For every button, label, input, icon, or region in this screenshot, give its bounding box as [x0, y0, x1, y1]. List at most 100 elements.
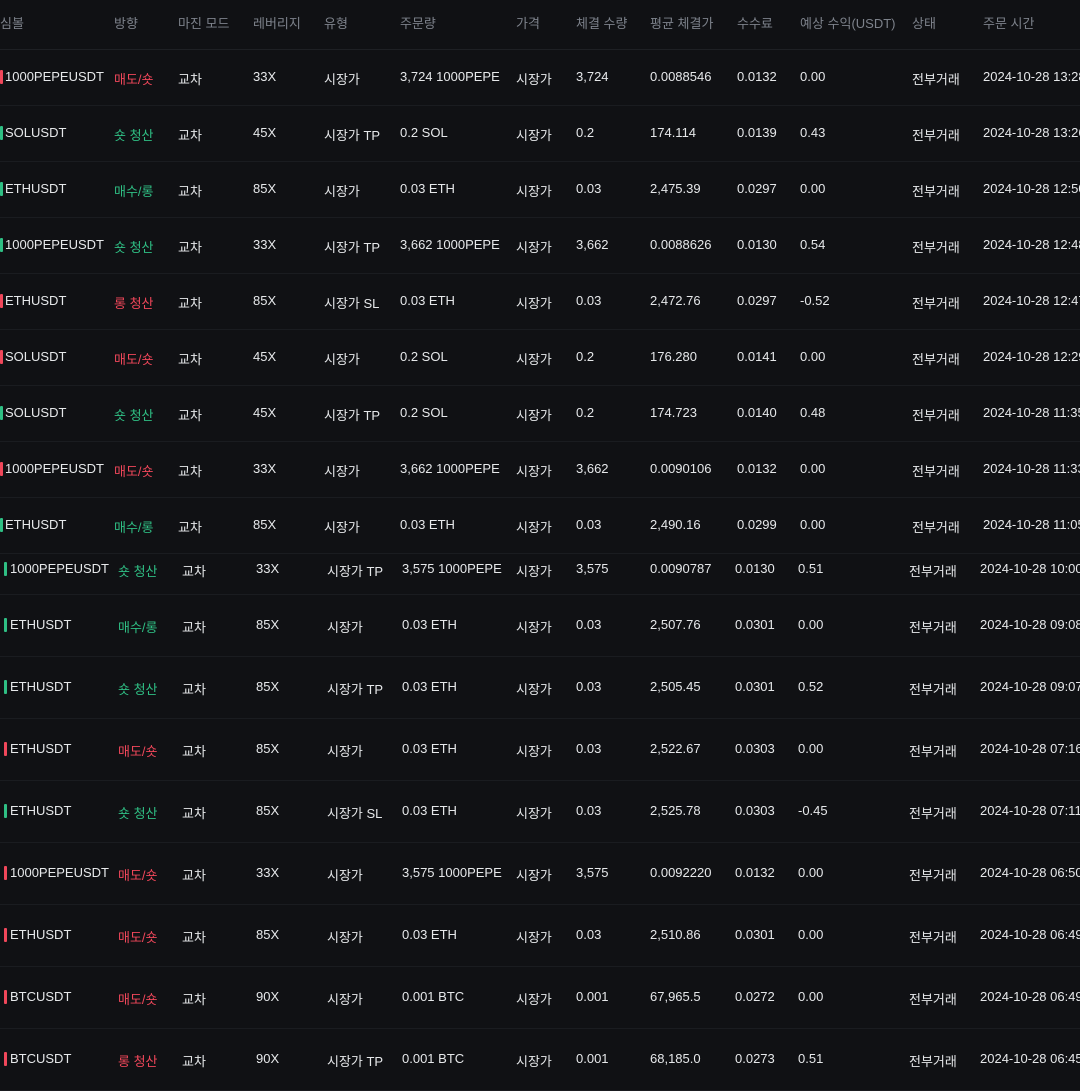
avg-price-cell: 2,490.16 [650, 517, 701, 532]
price-cell: 시장가 [516, 240, 552, 255]
table-row[interactable]: 1000PEPEUSDT 매도/숏 교차 33X 시장가 3,724 1000PEPE 시장… [0, 50, 1080, 106]
table-row[interactable]: SOLUSDT 숏 청산 교차 45X 시장가 TP 0.2 SOL 시장가 0.2 174.1… [0, 106, 1080, 162]
order-qty-cell: 3,724 1000PEPE [400, 69, 500, 84]
margin-mode-cell: 교차 [178, 296, 202, 311]
order-qty-cell: 3,662 1000PEPE [400, 461, 500, 476]
price-cell: 시장가 [516, 184, 552, 199]
pnl-cell: 0.00 [800, 181, 826, 196]
leverage-cell: 33X [256, 561, 280, 576]
fee-cell: 0.0132 [737, 69, 777, 84]
order-type-cell: 시장가 SL [327, 806, 383, 821]
column-header[interactable]: 예상 수익(USDT) [800, 13, 896, 32]
symbol-cell[interactable]: 1000PEPEUSDT [5, 237, 104, 252]
filled-qty-cell: 3,662 [576, 237, 609, 252]
table-row[interactable]: SOLUSDT 숏 청산 교차 45X 시장가 TP 0.2 SOL 시장가 0.2 174.7… [0, 386, 1080, 442]
table-row[interactable]: ETHUSDT 매도/숏 교차 85X 시장가 0.03 ETH 시장가 0.03 2,510.… [0, 905, 1080, 967]
symbol-cell[interactable]: SOLUSDT [5, 125, 66, 140]
table-row[interactable]: BTCUSDT 롱 청산 교차 90X 시장가 TP 0.001 BTC 시장가 0.001 6… [0, 1029, 1080, 1091]
avg-price-cell: 0.0092220 [650, 865, 712, 880]
side-indicator-bar [0, 406, 3, 420]
symbol-cell[interactable]: ETHUSDT [10, 617, 71, 632]
table-row[interactable]: ETHUSDT 매수/롱 교차 85X 시장가 0.03 ETH 시장가 0.03 2,490.… [0, 498, 1080, 554]
status-cell: 전부거래 [909, 744, 957, 759]
symbol-cell[interactable]: 1000PEPEUSDT [10, 865, 109, 880]
order-type-cell: 시장가 [327, 620, 363, 635]
order-qty-cell: 3,575 1000PEPE [402, 561, 502, 576]
symbol-cell[interactable]: 1000PEPEUSDT [10, 561, 109, 576]
column-header[interactable]: 심볼 [0, 13, 24, 32]
symbol-cell[interactable]: ETHUSDT [10, 741, 71, 756]
side-cell: 숏 청산 [114, 408, 154, 423]
symbol-cell[interactable]: SOLUSDT [5, 349, 66, 364]
symbol-cell[interactable]: ETHUSDT [5, 517, 66, 532]
column-header[interactable]: 주문 시간 [983, 13, 1034, 32]
symbol-cell[interactable]: ETHUSDT [10, 803, 71, 818]
filled-qty-cell: 0.2 [576, 349, 595, 364]
side-indicator-bar [4, 562, 7, 576]
column-header[interactable]: 상태 [912, 13, 936, 32]
side-cell: 매수/롱 [114, 184, 154, 199]
price-cell: 시장가 [516, 1054, 552, 1069]
table-row[interactable]: 1000PEPEUSDT 숏 청산 교차 33X 시장가 TP 3,575 1000PEP… [0, 554, 1080, 595]
symbol-cell[interactable]: BTCUSDT [10, 989, 71, 1004]
fee-cell: 0.0130 [737, 237, 777, 252]
fee-cell: 0.0140 [737, 405, 777, 420]
symbol-cell[interactable]: 1000PEPEUSDT [5, 461, 104, 476]
side-cell: 매수/롱 [114, 520, 154, 535]
column-header[interactable]: 주문량 [400, 13, 436, 32]
table-row[interactable]: ETHUSDT 매도/숏 교차 85X 시장가 0.03 ETH 시장가 0.03 2,522.… [0, 719, 1080, 781]
order-qty-cell: 3,662 1000PEPE [400, 237, 500, 252]
table-row[interactable]: ETHUSDT 매수/롱 교차 85X 시장가 0.03 ETH 시장가 0.03 2,475.… [0, 162, 1080, 218]
symbol-cell[interactable]: SOLUSDT [5, 405, 66, 420]
order-time-cell: 2024-10-28 09:08:45 [980, 617, 1080, 632]
price-cell: 시장가 [516, 128, 552, 143]
symbol-cell[interactable]: 1000PEPEUSDT [5, 69, 104, 84]
pnl-cell: 0.52 [798, 679, 824, 694]
table-row[interactable]: ETHUSDT 숏 청산 교차 85X 시장가 TP 0.03 ETH 시장가 0.03 2,5… [0, 657, 1080, 719]
symbol-cell[interactable]: ETHUSDT [5, 181, 66, 196]
leverage-cell: 90X [256, 989, 280, 1004]
status-cell: 전부거래 [909, 930, 957, 945]
order-time-cell: 2024-10-28 07:11:54 [980, 803, 1080, 818]
pnl-cell: 0.00 [800, 517, 826, 532]
column-header[interactable]: 평균 체결가 [650, 13, 713, 32]
fee-cell: 0.0272 [735, 989, 775, 1004]
column-header[interactable]: 수수료 [737, 13, 773, 32]
avg-price-cell: 68,185.0 [650, 1051, 701, 1066]
order-time-cell: 2024-10-28 11:33:18 [983, 461, 1080, 476]
table-row[interactable]: 1000PEPEUSDT 매도/숏 교차 33X 시장가 3,575 1000PEPE 시장… [0, 843, 1080, 905]
table-row[interactable]: 1000PEPEUSDT 매도/숏 교차 33X 시장가 3,662 1000PEPE 시장… [0, 442, 1080, 498]
symbol-cell[interactable]: ETHUSDT [5, 293, 66, 308]
table-row[interactable]: SOLUSDT 매도/숏 교차 45X 시장가 0.2 SOL 시장가 0.2 176.280 0… [0, 330, 1080, 386]
column-header[interactable]: 마진 모드 [178, 13, 229, 32]
order-type-cell: 시장가 [327, 992, 363, 1007]
symbol-cell[interactable]: ETHUSDT [10, 927, 71, 942]
column-header[interactable]: 가격 [516, 13, 540, 32]
table-row[interactable]: ETHUSDT 롱 청산 교차 85X 시장가 SL 0.03 ETH 시장가 0.03 2,4… [0, 274, 1080, 330]
side-cell: 매수/롱 [118, 620, 158, 635]
table-row[interactable]: 1000PEPEUSDT 숏 청산 교차 33X 시장가 TP 3,662 1000PEP… [0, 218, 1080, 274]
side-cell: 숏 청산 [114, 128, 154, 143]
avg-price-cell: 176.280 [650, 349, 697, 364]
order-qty-cell: 0.001 BTC [402, 1051, 465, 1066]
column-header[interactable]: 체결 수량 [576, 13, 627, 32]
column-header[interactable]: 레버리지 [253, 13, 301, 32]
table-row[interactable]: ETHUSDT 매수/롱 교차 85X 시장가 0.03 ETH 시장가 0.03 2,507.… [0, 595, 1080, 657]
table-row[interactable]: ETHUSDT 숏 청산 교차 85X 시장가 SL 0.03 ETH 시장가 0.03 2,5… [0, 781, 1080, 843]
symbol-cell[interactable]: BTCUSDT [10, 1051, 71, 1066]
order-qty-cell: 0.03 ETH [402, 803, 457, 818]
order-qty-cell: 0.03 ETH [402, 617, 457, 632]
leverage-cell: 85X [256, 679, 280, 694]
status-cell: 전부거래 [912, 464, 960, 479]
column-header[interactable]: 방향 [114, 13, 138, 32]
column-header[interactable]: 유형 [324, 13, 348, 32]
avg-price-cell: 0.0088546 [650, 69, 712, 84]
symbol-cell[interactable]: ETHUSDT [10, 679, 71, 694]
order-time-cell: 2024-10-28 07:16:42 [980, 741, 1080, 756]
table-row[interactable]: BTCUSDT 매도/숏 교차 90X 시장가 0.001 BTC 시장가 0.001 67,9… [0, 967, 1080, 1029]
avg-price-cell: 2,522.67 [650, 741, 701, 756]
avg-price-cell: 2,510.86 [650, 927, 701, 942]
margin-mode-cell: 교차 [178, 408, 202, 423]
status-cell: 전부거래 [909, 1054, 957, 1069]
order-type-cell: 시장가 TP [324, 240, 381, 255]
